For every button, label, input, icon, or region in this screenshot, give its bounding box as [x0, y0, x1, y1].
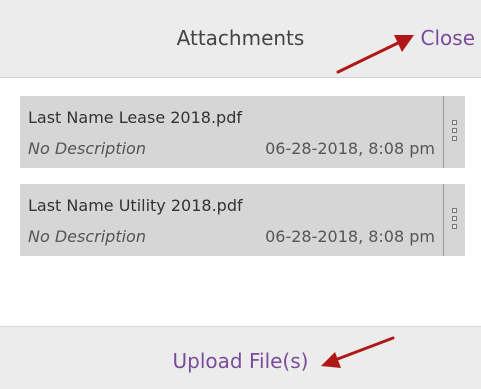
attachments-header: Attachments Close	[0, 0, 481, 78]
attachment-date: 06-28-2018, 8:08 pm	[265, 227, 435, 246]
attachment-item[interactable]: Last Name Lease 2018.pdf No Description …	[20, 96, 465, 168]
attachment-item[interactable]: Last Name Utility 2018.pdf No Descriptio…	[20, 184, 465, 256]
kebab-menu-icon[interactable]	[443, 184, 465, 256]
kebab-menu-icon[interactable]	[443, 96, 465, 168]
attachments-footer: Upload File(s)	[0, 326, 481, 389]
attachment-description: No Description	[28, 227, 146, 246]
attachment-description: No Description	[28, 139, 146, 158]
page-title: Attachments	[176, 26, 305, 50]
attachment-file-name[interactable]: Last Name Lease 2018.pdf	[28, 108, 242, 127]
close-button[interactable]: Close	[421, 26, 475, 50]
attachment-file-name[interactable]: Last Name Utility 2018.pdf	[28, 196, 243, 215]
attachment-date: 06-28-2018, 8:08 pm	[265, 139, 435, 158]
upload-files-button[interactable]: Upload File(s)	[0, 349, 481, 373]
